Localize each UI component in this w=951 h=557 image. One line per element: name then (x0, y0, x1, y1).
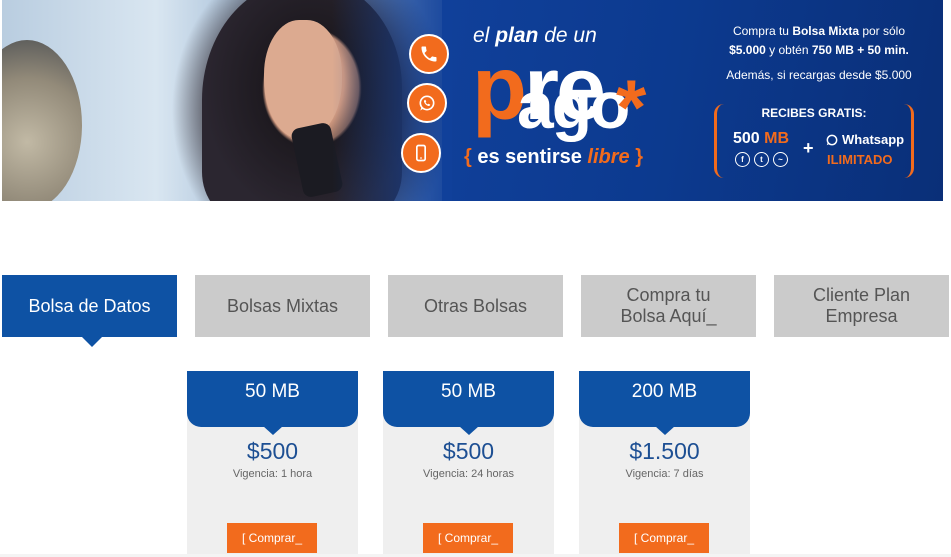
slogan-open-brace: { (464, 146, 472, 168)
tab-label: Otras Bolsas (423, 295, 528, 316)
plan-price: $500 (442, 438, 495, 464)
plan-card-header: 200 MB (579, 371, 750, 435)
promo-line2-bonus: 750 MB + 50 min. (811, 43, 909, 57)
free-gift-box: RECIBES GRATIS: 500 MB f t ~ + Whatsapp … (714, 104, 914, 178)
slogan-libre: libre (587, 146, 630, 168)
plan-card: 50 MB $500 Vigencia: 1 hora [ Comprar_ (187, 371, 358, 557)
free-mb-number: 500 (733, 130, 760, 147)
plan-price: $500 (246, 438, 299, 464)
promo-line1-pre: Compra tu (732, 24, 793, 38)
buy-button[interactable]: [ Comprar_ (619, 523, 709, 553)
whatsapp-icon[interactable] (407, 83, 447, 123)
promo-line1-post: por sólo (859, 24, 906, 38)
promo-line2-mid: y obtén (765, 43, 812, 57)
plan-card-header: 50 MB (383, 371, 554, 435)
whatsapp-label: Whatsapp (842, 132, 905, 147)
brand-star: * (616, 63, 647, 151)
face-image (264, 20, 342, 140)
recibes-title: RECIBES GRATIS: (761, 106, 867, 120)
free-mb: 500 MB (733, 130, 789, 148)
tab-label: Cliente Plan Empresa (812, 285, 911, 326)
buy-button[interactable]: [ Comprar_ (423, 523, 513, 553)
banner-photo (2, 0, 452, 201)
tab-label: Compra tu Bolsa Aquí_ (620, 285, 717, 326)
plan-validity: Vigencia: 1 hora (232, 468, 313, 480)
plan-size: 50 MB (245, 381, 300, 402)
browser-icon: ~ (773, 152, 788, 167)
brand-ago: ago (517, 68, 630, 142)
mobile-icon[interactable] (401, 133, 441, 173)
plan-validity: Vigencia: 7 días (625, 468, 704, 480)
promo-line1-bold: Bolsa Mixta (792, 24, 859, 38)
tab-label: Bolsas Mixtas (226, 295, 339, 316)
tab-bolsa-de-datos[interactable]: Bolsa de Datos (2, 275, 177, 347)
banner-slogan: { es sentirse libre } (464, 146, 643, 169)
promo-text: Compra tu Bolsa Mixta por sólo $5.000 y … (704, 22, 934, 85)
free-mb-unit: MB (759, 130, 790, 147)
plan-card: 200 MB $1.500 Vigencia: 7 días [ Comprar… (579, 371, 750, 557)
whatsapp-small-icon (826, 134, 838, 145)
social-icons: f t ~ (735, 152, 788, 167)
slogan-close-brace: } (629, 146, 644, 168)
plan-card-header: 50 MB (187, 371, 358, 435)
facebook-icon: f (735, 152, 750, 167)
tab-cliente-plan-empresa[interactable]: Cliente Plan Empresa (774, 275, 949, 337)
plan-card: 50 MB $500 Vigencia: 24 horas [ Comprar_ (383, 371, 554, 557)
phone-icon[interactable] (409, 34, 449, 74)
skateboard-image (2, 40, 82, 201)
tab-otras-bolsas[interactable]: Otras Bolsas (388, 275, 563, 337)
slogan-text: es sentirse (471, 146, 588, 168)
plan-price: $1.500 (629, 438, 700, 464)
ilimitado-label: ILIMITADO (827, 152, 893, 167)
whatsapp-free: Whatsapp (825, 132, 904, 147)
tab-label: Bolsa de Datos (28, 295, 151, 316)
promo-line-1: Compra tu Bolsa Mixta por sólo (704, 22, 934, 41)
plan-validity: Vigencia: 24 horas (423, 468, 514, 480)
promo-line-2: $5.000 y obtén 750 MB + 50 min. (704, 41, 934, 60)
promo-banner[interactable]: el plan de un pre ago * { es sentirse li… (2, 0, 943, 201)
tab-bolsas-mixtas[interactable]: Bolsas Mixtas (195, 275, 370, 337)
buy-button[interactable]: [ Comprar_ (227, 523, 317, 553)
twitter-icon: t (754, 152, 769, 167)
promo-line-3: Además, si recargas desde $5.000 (726, 68, 912, 82)
plan-size: 50 MB (441, 381, 496, 402)
tab-compra-tu-bolsa[interactable]: Compra tu Bolsa Aquí_ (581, 275, 756, 337)
plus-sign: + (803, 138, 814, 158)
plan-size: 200 MB (631, 381, 698, 402)
promo-line2-price: $5.000 (729, 43, 766, 57)
